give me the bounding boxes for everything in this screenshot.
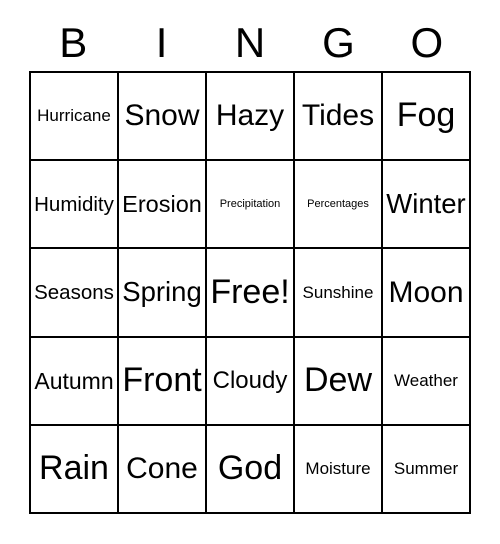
bingo-cell[interactable]: Autumn	[31, 337, 119, 426]
bingo-cell[interactable]: Summer	[383, 425, 471, 514]
header-letter-o: O	[410, 18, 444, 66]
bingo-cell-label: Winter	[386, 187, 466, 219]
bingo-cell-label: Autumn	[34, 367, 114, 394]
bingo-cell[interactable]: Snow	[119, 73, 207, 162]
bingo-cell-label: Dew	[303, 360, 373, 399]
bingo-cell[interactable]: Moisture	[295, 425, 383, 514]
bingo-cell[interactable]: Humidity	[31, 161, 119, 250]
bingo-cell[interactable]: Fog	[383, 73, 471, 162]
bingo-cell[interactable]: Winter	[383, 161, 471, 250]
bingo-cell[interactable]: Precipitation	[207, 161, 295, 250]
header-letter-b: B	[59, 18, 88, 66]
bingo-grid: Hurricane Snow Hazy Tides Fog Humidity E…	[29, 71, 471, 514]
bingo-cell-label: Erosion	[122, 190, 202, 217]
bingo-cell-label: Moon	[388, 275, 464, 309]
bingo-cell-label: Rain	[39, 449, 109, 488]
bingo-cell-label: Moisture	[305, 458, 371, 478]
bingo-cell[interactable]: Weather	[383, 337, 471, 426]
bingo-cell[interactable]: Dew	[295, 337, 383, 426]
bingo-cell[interactable]: Cone	[119, 425, 207, 514]
bingo-cell-label: Snow	[124, 99, 200, 133]
bingo-cell-label: Fog	[396, 96, 456, 135]
bingo-cell[interactable]: Seasons	[31, 249, 119, 338]
bingo-cell[interactable]: Hurricane	[31, 73, 119, 162]
bingo-cell-label: Weather	[394, 370, 458, 390]
bingo-cell[interactable]: Tides	[295, 73, 383, 162]
bingo-cell-label: God	[217, 449, 283, 488]
bingo-cell-label: Hazy	[215, 99, 285, 133]
bingo-cell-label: Precipitation	[219, 197, 281, 210]
bingo-cell[interactable]: Hazy	[207, 73, 295, 162]
bingo-cell-label: Summer	[393, 458, 459, 478]
bingo-cell-label: Sunshine	[302, 282, 374, 302]
bingo-cell-label: Hurricane	[37, 106, 111, 126]
bingo-cell[interactable]: Sunshine	[295, 249, 383, 338]
bingo-cell[interactable]: Percentages	[295, 161, 383, 250]
bingo-cell[interactable]: Rain	[31, 425, 119, 514]
bingo-cell-label: Seasons	[34, 280, 114, 304]
bingo-cell[interactable]: God	[207, 425, 295, 514]
bingo-cell[interactable]: Cloudy	[207, 337, 295, 426]
bingo-cell-label: Cloudy	[212, 367, 288, 395]
header-letter-i: I	[155, 18, 168, 66]
bingo-cell[interactable]: Erosion	[119, 161, 207, 250]
bingo-cell-label: Percentages	[307, 197, 369, 210]
bingo-cell-label: Humidity	[34, 192, 114, 216]
bingo-card: B I N G O Hurricane Snow Hazy Tides Fog …	[0, 0, 500, 544]
bingo-cell-label: Cone	[126, 452, 198, 486]
bingo-cell[interactable]: Spring	[119, 249, 207, 338]
bingo-cell-label: Front	[122, 360, 202, 399]
bingo-free-space-cell[interactable]: Free!	[207, 249, 295, 338]
header-letter-g: G	[322, 18, 355, 66]
bingo-cell[interactable]: Moon	[383, 249, 471, 338]
bingo-free-space-label: Free!	[210, 272, 290, 311]
bingo-header-row: B I N G O	[29, 14, 471, 71]
header-letter-n: N	[234, 18, 266, 66]
bingo-cell[interactable]: Front	[119, 337, 207, 426]
bingo-cell-label: Spring	[122, 276, 202, 308]
bingo-cell-label: Tides	[301, 99, 375, 133]
